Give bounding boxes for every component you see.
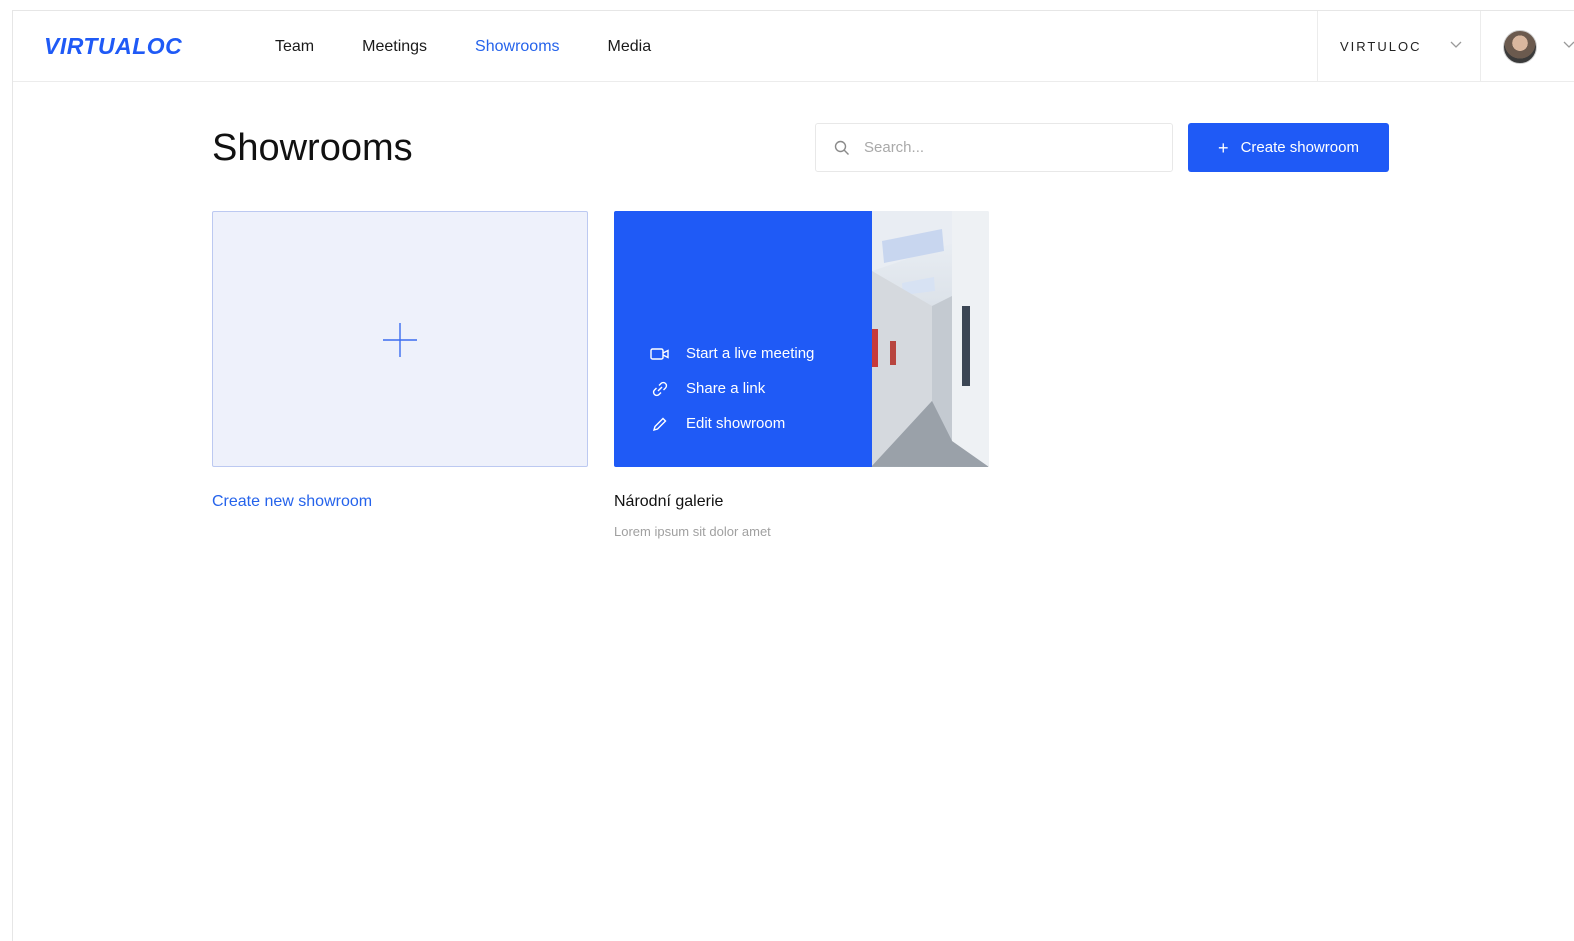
chevron-down-icon (1563, 41, 1574, 48)
create-new-showroom-link[interactable]: Create new showroom (212, 493, 372, 511)
showroom-name[interactable]: Národní galerie (614, 493, 723, 511)
showroom-actions: Start a live meeting Share a link Edit s… (650, 336, 814, 441)
share-link-action[interactable]: Share a link (650, 371, 814, 406)
showroom-preview-image (872, 211, 989, 467)
gallery-interior-illustration (872, 211, 989, 467)
action-label: Edit showroom (686, 415, 786, 432)
start-live-meeting-action[interactable]: Start a live meeting (650, 336, 814, 371)
top-navbar: VIRTUALOC Team Meetings Showrooms Media … (13, 11, 1574, 82)
nav-item-media[interactable]: Media (608, 38, 652, 56)
organization-name: VIRTULOC (1340, 39, 1422, 54)
user-menu[interactable] (1481, 11, 1574, 82)
create-showroom-label: Create showroom (1240, 139, 1359, 156)
plus-icon: + (1218, 137, 1229, 158)
link-icon (652, 381, 668, 396)
avatar[interactable] (1503, 29, 1537, 64)
nav-item-showrooms[interactable]: Showrooms (475, 38, 559, 56)
search-icon (834, 140, 849, 155)
video-icon (650, 347, 669, 360)
app-frame: VIRTUALOC Team Meetings Showrooms Media … (12, 10, 1574, 941)
page-title: Showrooms (212, 127, 413, 169)
action-label: Share a link (686, 380, 766, 397)
showroom-description: Lorem ipsum sit dolor amet (614, 524, 771, 539)
action-label: Start a live meeting (686, 345, 815, 362)
chevron-down-icon (1450, 41, 1462, 48)
showroom-actions-overlay: Start a live meeting Share a link Edit s… (614, 211, 872, 467)
pencil-icon (652, 417, 667, 431)
plus-icon (383, 323, 417, 357)
main-nav: Team Meetings Showrooms Media (275, 11, 699, 82)
showroom-card[interactable]: Start a live meeting Share a link Edit s… (614, 211, 989, 467)
logo[interactable]: VIRTUALOC (44, 33, 182, 60)
edit-showroom-action[interactable]: Edit showroom (650, 406, 814, 441)
nav-item-team[interactable]: Team (275, 38, 314, 56)
search-input[interactable] (864, 139, 1154, 156)
create-showroom-button[interactable]: + Create showroom (1188, 123, 1389, 172)
create-new-showroom-card[interactable] (212, 211, 588, 467)
nav-item-meetings[interactable]: Meetings (362, 38, 427, 56)
search-box[interactable] (815, 123, 1173, 172)
organization-switcher[interactable]: VIRTULOC (1317, 11, 1481, 82)
